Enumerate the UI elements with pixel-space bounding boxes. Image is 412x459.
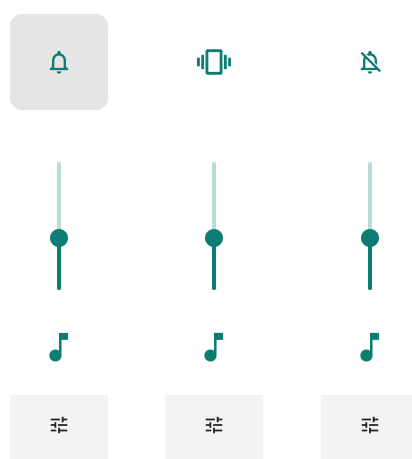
tune-icon: [48, 414, 70, 441]
stream-settings-button-3[interactable]: [321, 395, 412, 459]
tune-icon: [359, 414, 381, 441]
stream-settings-button-1[interactable]: [10, 395, 108, 459]
stream-settings-button-2[interactable]: [165, 395, 263, 459]
volume-slider-1[interactable]: [49, 162, 69, 290]
tune-icon: [203, 414, 225, 441]
ringer-mode-vibrate-button[interactable]: [165, 14, 263, 110]
vibrate-icon: [197, 45, 231, 79]
slider-thumb[interactable]: [361, 228, 379, 247]
music-note-icon[interactable]: [47, 330, 71, 364]
volume-slider-3[interactable]: [360, 162, 380, 290]
slider-thumb[interactable]: [205, 228, 223, 247]
ringer-mode-silent-button[interactable]: [321, 14, 412, 110]
music-note-icon[interactable]: [358, 330, 382, 364]
bell-icon: [45, 48, 73, 76]
ringer-mode-ring-button[interactable]: [10, 14, 108, 110]
volume-slider-2[interactable]: [204, 162, 224, 290]
slider-thumb[interactable]: [50, 228, 68, 247]
music-note-icon[interactable]: [202, 330, 226, 364]
bell-off-icon: [356, 48, 384, 76]
